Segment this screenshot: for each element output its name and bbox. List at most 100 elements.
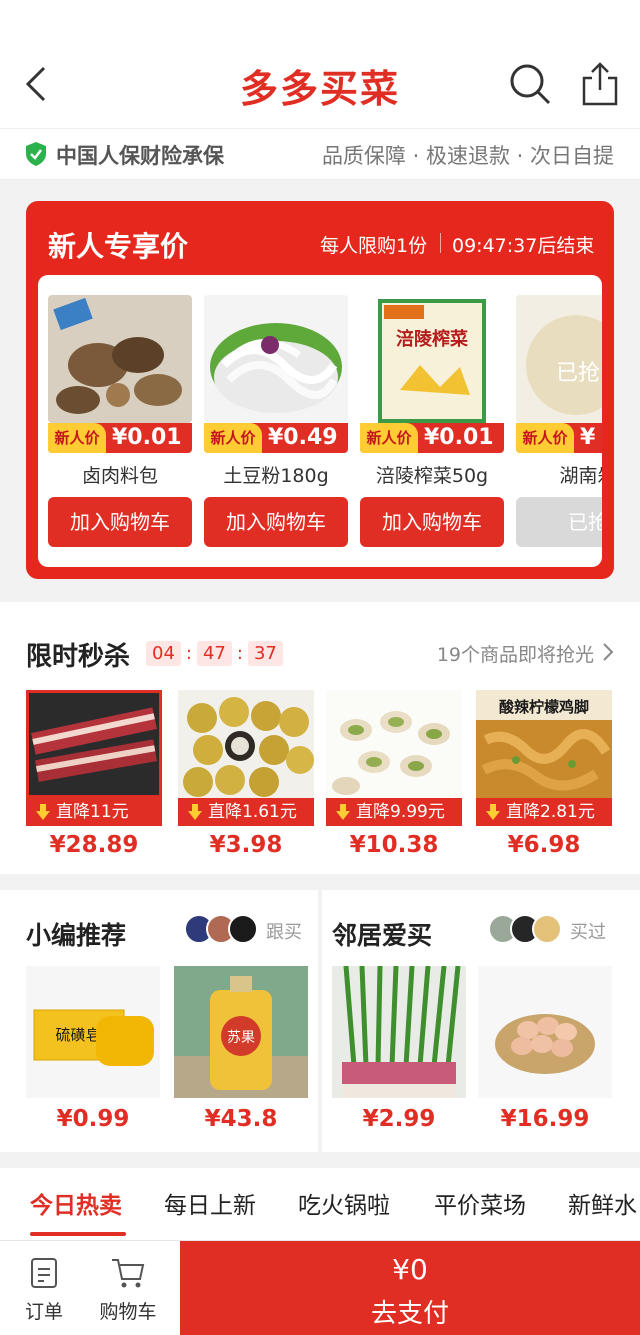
new-user-price-tag: 新人价: [360, 423, 418, 453]
new-user-product[interactable]: 涪陵榨菜 新人价 ¥0.01 涪陵榨菜50g 加入购物车: [360, 295, 504, 555]
countdown-seconds: 37: [247, 640, 283, 666]
end-timer: 09:47:37后结束: [452, 235, 595, 257]
product-price: ¥: [580, 425, 596, 450]
product-price: ¥28.89: [49, 832, 139, 858]
product-image-pickled-mustard[interactable]: 涪陵榨菜: [360, 295, 504, 423]
new-user-product[interactable]: 已抢 新人价 ¥ 湖南剁 已抢: [516, 295, 602, 555]
price-bar: 新人价 ¥: [516, 423, 602, 453]
price-drop-text: 直降1.61元: [208, 802, 297, 822]
price-bar: 新人价 ¥0.01: [360, 423, 504, 453]
product-price: ¥0.49: [268, 425, 338, 450]
follow-buy-text: 跟买: [266, 922, 302, 943]
add-to-cart-button[interactable]: 加入购物车: [360, 497, 504, 547]
product-image-eggs[interactable]: [478, 966, 612, 1098]
product-price: ¥0.01: [424, 425, 494, 450]
product-name: 涪陵榨菜50g: [375, 465, 489, 487]
down-arrow-icon: [36, 804, 50, 820]
cart-button[interactable]: 购物车: [90, 1241, 166, 1335]
product-label: 硫磺皂: [55, 1026, 100, 1044]
orders-label: 订单: [24, 1301, 63, 1323]
recommended-product[interactable]: 硫磺皂 ¥0.99: [26, 966, 160, 1136]
flash-product[interactable]: 酸辣柠檬鸡脚 直降2.81元 ¥6.98: [476, 690, 612, 860]
flash-sale-section: 限时秒杀 04 : 47 : 37 19个商品即将抢光 直降11元 ¥28.89: [0, 602, 640, 874]
product-image-soap[interactable]: 硫磺皂: [26, 966, 160, 1098]
new-user-title: 新人专享价: [48, 230, 189, 263]
pay-label: 去支付: [370, 1299, 449, 1329]
tab-hotpot[interactable]: 吃火锅啦: [298, 1186, 390, 1220]
product-image-longan[interactable]: [178, 690, 314, 798]
recommendations-section: 小编推荐 跟买 硫磺皂 ¥0.99 苏果 ¥43.8 邻居爱买 买过 ¥2.99…: [0, 890, 640, 1152]
new-user-price-tag: 新人价: [204, 423, 262, 453]
down-arrow-icon: [188, 804, 202, 820]
divider: [440, 233, 441, 253]
tab-fresh-fruit[interactable]: 新鲜水: [568, 1186, 637, 1220]
image-caption: 酸辣柠檬鸡脚: [499, 698, 589, 716]
share-button[interactable]: [580, 60, 620, 106]
product-price: ¥3.98: [209, 832, 283, 858]
add-to-cart-button[interactable]: 加入购物车: [204, 497, 348, 547]
product-price: ¥6.98: [507, 832, 581, 858]
recommended-product[interactable]: ¥16.99: [478, 966, 612, 1136]
buyer-avatars: [488, 914, 562, 944]
tab-daily-new[interactable]: 每日上新: [164, 1186, 256, 1220]
new-user-product-list[interactable]: 新人价 ¥0.01 卤肉料包 加入购物车 新人价 ¥0.49 土豆粉180g 加…: [38, 275, 602, 567]
product-name: 卤肉料包: [81, 465, 158, 487]
new-user-price-tag: 新人价: [516, 423, 574, 453]
countdown-minutes: 47: [196, 640, 232, 666]
product-price: ¥43.8: [204, 1106, 278, 1132]
product-image-pistachio[interactable]: [326, 690, 462, 798]
promises-text: 品质保障 · 极速退款 · 次日自提: [321, 144, 614, 168]
chevron-right-icon[interactable]: [602, 642, 614, 662]
product-image-pork-belly[interactable]: [26, 690, 162, 798]
add-to-cart-button[interactable]: 加入购物车: [48, 497, 192, 547]
flash-sale-title: 限时秒杀: [26, 642, 131, 672]
sold-out-button[interactable]: 已抢: [516, 497, 602, 547]
flash-countdown: 04 : 47 : 37: [146, 638, 283, 668]
total-amount: ¥0: [392, 1253, 428, 1286]
price-drop-bar: 直降1.61元: [178, 798, 314, 826]
new-user-product[interactable]: 新人价 ¥0.49 土豆粉180g 加入购物车: [204, 295, 348, 555]
active-tab-indicator: [30, 1232, 126, 1236]
flash-product[interactable]: 直降9.99元 ¥10.38: [326, 690, 462, 860]
product-label: 苏果: [227, 1030, 255, 1046]
guarantee-strip: 中国人保财险承保 品质保障 · 极速退款 · 次日自提: [0, 128, 640, 180]
product-price: ¥2.99: [362, 1106, 436, 1132]
product-image-spice-pack[interactable]: [48, 295, 192, 423]
flash-product[interactable]: 直降11元 ¥28.89: [26, 690, 162, 860]
price-drop-bar: 直降11元: [26, 798, 162, 826]
flash-product[interactable]: 直降1.61元 ¥3.98: [178, 690, 314, 860]
editor-picks-title[interactable]: 小编推荐: [26, 916, 126, 952]
pay-button[interactable]: ¥0 去支付: [180, 1241, 640, 1335]
product-price: ¥16.99: [500, 1106, 590, 1132]
neighbors-title[interactable]: 邻居爱买: [332, 916, 432, 952]
new-user-price-tag: 新人价: [48, 423, 106, 453]
product-image-cooking-oil[interactable]: 苏果: [174, 966, 308, 1098]
search-button[interactable]: [508, 62, 552, 106]
avatar: [228, 914, 258, 944]
countdown-hours: 04: [146, 640, 181, 666]
bottom-bar: 订单 购物车 ¥0 去支付: [0, 1240, 640, 1335]
product-image-scallions[interactable]: [332, 966, 466, 1098]
product-image-potato-noodles[interactable]: [204, 295, 348, 423]
shield-icon: [26, 142, 46, 166]
tab-budget-market[interactable]: 平价菜场: [434, 1186, 526, 1220]
price-drop-text: 直降2.81元: [506, 802, 595, 822]
price-drop-text: 直降11元: [56, 802, 129, 822]
recommended-product[interactable]: 苏果 ¥43.8: [174, 966, 308, 1136]
cart-icon: [112, 1259, 145, 1288]
buyer-avatars: [184, 914, 258, 944]
orders-button[interactable]: 订单: [14, 1241, 74, 1335]
see-more-link[interactable]: 19个商品即将抢光: [437, 640, 594, 667]
new-user-product[interactable]: 新人价 ¥0.01 卤肉料包 加入购物车: [48, 295, 192, 555]
price-drop-bar: 直降2.81元: [476, 798, 612, 826]
sold-text: 已抢: [556, 361, 601, 386]
product-image-hunan[interactable]: 已抢: [516, 295, 602, 423]
package-label: 涪陵榨菜: [396, 328, 468, 350]
price-bar: 新人价 ¥0.49: [204, 423, 348, 453]
down-arrow-icon: [336, 804, 350, 820]
tab-hot-today[interactable]: 今日热卖: [30, 1186, 122, 1220]
share-icon: [582, 62, 618, 106]
price-drop-bar: 直降9.99元: [326, 798, 462, 826]
product-image-chicken-feet[interactable]: 酸辣柠檬鸡脚: [476, 690, 612, 798]
recommended-product[interactable]: ¥2.99: [332, 966, 466, 1136]
